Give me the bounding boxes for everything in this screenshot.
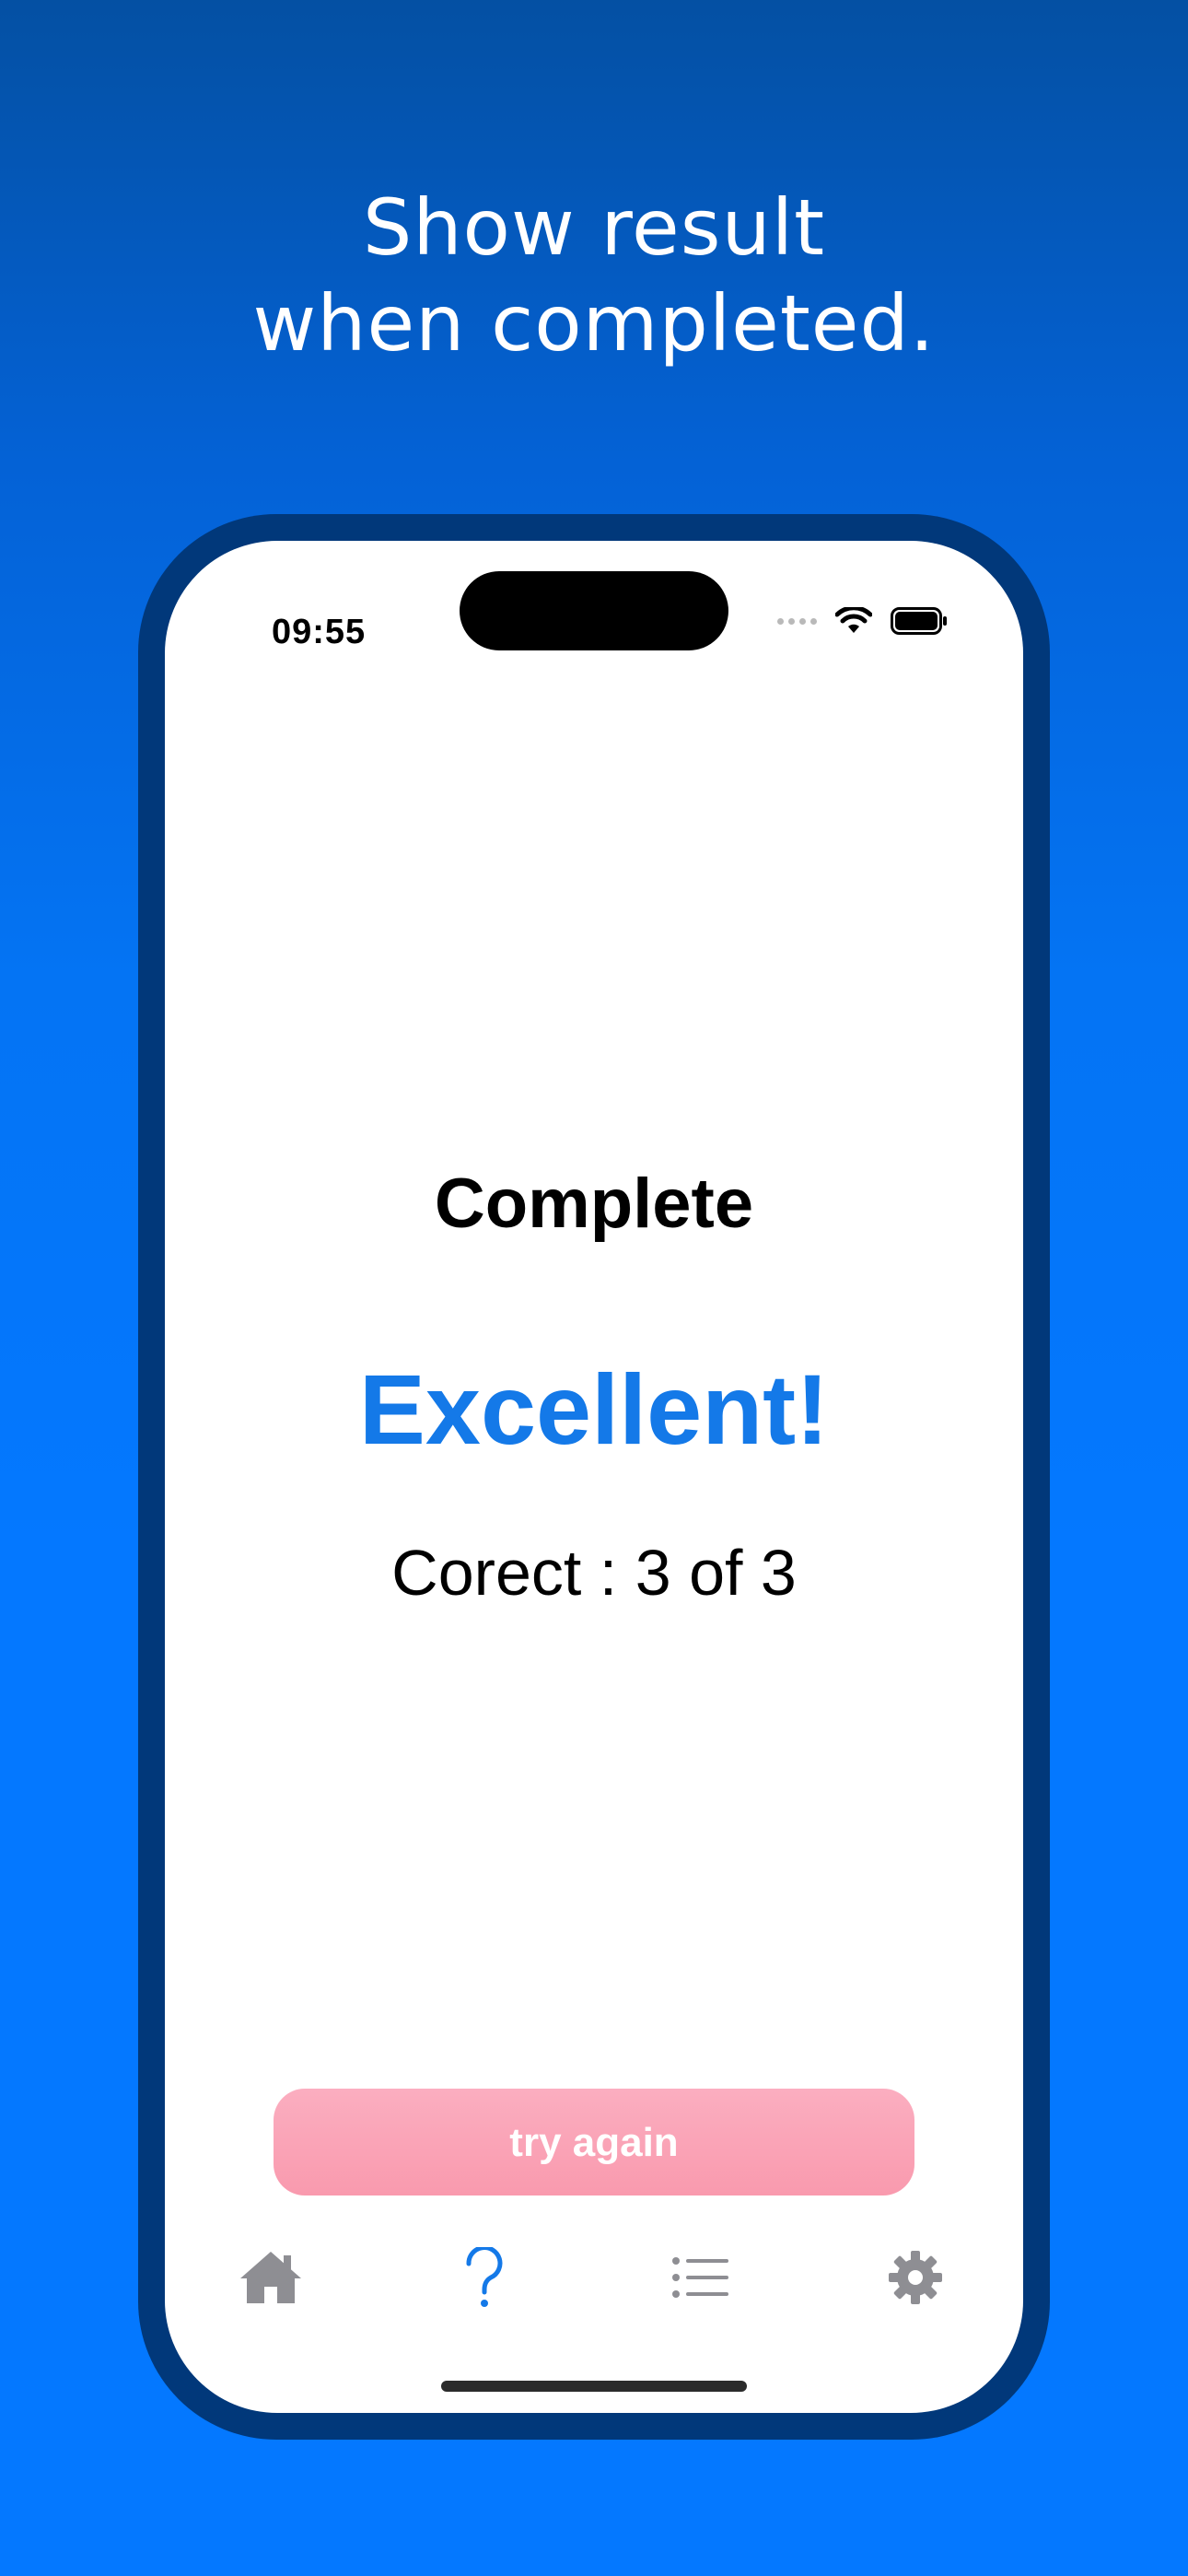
home-indicator: [441, 2381, 747, 2392]
tab-list[interactable]: [658, 2236, 741, 2319]
tab-settings[interactable]: [874, 2236, 957, 2319]
question-icon: [466, 2247, 503, 2307]
status-time: 09:55: [272, 613, 367, 651]
status-indicators: [777, 598, 948, 644]
result-rating: Excellent!: [358, 1353, 830, 1465]
result-title: Complete: [434, 1165, 754, 1243]
result-score: Corect : 3 of 3: [391, 1537, 797, 1609]
promo-headline: Show result when completed.: [0, 180, 1188, 371]
tab-home[interactable]: [229, 2236, 312, 2319]
tab-quiz[interactable]: [443, 2236, 526, 2319]
battery-icon: [891, 607, 947, 635]
cellular-signal-icon: [777, 617, 817, 625]
tab-bar: [165, 2236, 1023, 2319]
gear-icon: [889, 2251, 942, 2304]
phone-screen: 09:55 Complete Excellent! Corect : 3 of …: [165, 541, 1023, 2413]
promo-headline-line-2: when completed.: [252, 278, 936, 369]
home-icon: [240, 2252, 301, 2303]
promo-headline-line-1: Show result: [363, 182, 825, 273]
phone-frame: 09:55 Complete Excellent! Corect : 3 of …: [138, 514, 1050, 2440]
wifi-icon: [835, 607, 872, 633]
dynamic-island: [460, 571, 728, 650]
list-icon: [672, 2257, 728, 2298]
try-again-button[interactable]: try again: [274, 2089, 914, 2195]
